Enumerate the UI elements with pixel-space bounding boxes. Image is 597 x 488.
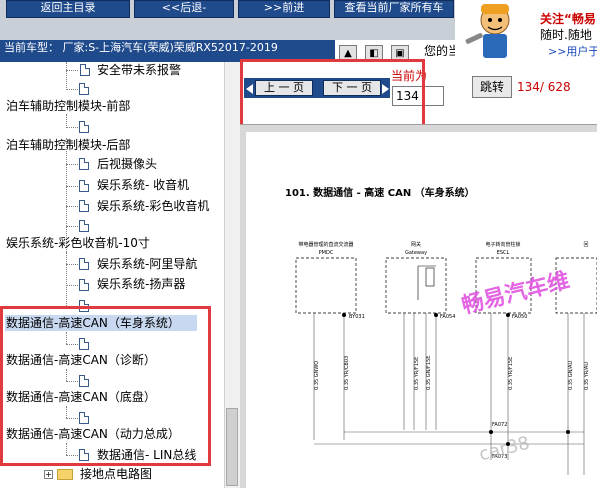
document-icon bbox=[79, 200, 89, 212]
wire-label: 0.35 YR/F15E bbox=[508, 357, 514, 390]
tree-item[interactable]: 后视摄像头 bbox=[97, 157, 157, 172]
tree-item[interactable]: 娱乐系统-彩色收音机 bbox=[97, 199, 209, 214]
wire-label: 0.35 YR/AU bbox=[584, 362, 590, 390]
document-icon bbox=[79, 258, 89, 270]
tree-highlight-box bbox=[0, 306, 211, 466]
jump-button[interactable]: 跳转 bbox=[472, 76, 512, 98]
module-name: 回 bbox=[583, 242, 588, 248]
tree-item[interactable]: 接地点电路图 bbox=[80, 467, 152, 482]
module-code: Gateway bbox=[405, 250, 427, 256]
connector-label: FA050 bbox=[512, 314, 527, 320]
tree-item[interactable]: 泊车辅助控制模块-后部 bbox=[6, 138, 130, 153]
document-icon bbox=[79, 279, 89, 291]
wire-label: 0.35 GN/AU bbox=[568, 361, 574, 390]
document-icon bbox=[79, 158, 89, 170]
wire-label: 0.35 GNWO bbox=[314, 361, 320, 390]
tree-scrollbar-thumb[interactable] bbox=[226, 408, 238, 486]
tree-item[interactable]: 娱乐系统-彩色收音机-10寸 bbox=[6, 236, 150, 251]
connector-label: BY031 bbox=[349, 314, 365, 320]
document-icon[interactable] bbox=[79, 121, 89, 133]
module-name: 网关 bbox=[411, 241, 421, 248]
module-code: PMDC bbox=[319, 250, 334, 256]
wire-label: 0.35 YR/F15E bbox=[414, 357, 420, 390]
document-icon bbox=[79, 180, 89, 192]
home-button[interactable]: 返回主目录 bbox=[6, 0, 130, 18]
back-button[interactable]: <<后退- bbox=[134, 0, 234, 18]
expand-toggle-icon[interactable]: + bbox=[44, 470, 53, 479]
wire-label: 0.35 YR/CB03 bbox=[344, 356, 350, 390]
wiring-diagram: 0.35 GNWO 0.35 YR/CB03 0.35 YR/F15E 0.35… bbox=[295, 241, 597, 475]
module-name: 电子转向管柱锁 bbox=[485, 241, 520, 248]
ad-title: 关注“畅易 bbox=[540, 12, 596, 26]
tree-item[interactable]: 娱乐系统-阿里导航 bbox=[97, 257, 197, 272]
nav-highlight-box bbox=[240, 59, 425, 127]
tree-item[interactable]: 安全带未系报警 bbox=[97, 63, 181, 78]
module-code: ESCL bbox=[497, 250, 510, 256]
document-icon bbox=[80, 64, 90, 76]
page-count: 134/ 628 bbox=[517, 80, 571, 94]
view-manufacturer-button[interactable]: 查看当前厂家所有车 bbox=[334, 0, 454, 18]
tree-item[interactable]: 娱乐系统-扬声器 bbox=[97, 277, 185, 292]
connector-label: FA072 bbox=[492, 422, 507, 428]
document-title: 101. 数据通信 - 高速 CAN （车身系统） bbox=[285, 188, 475, 199]
document-icon[interactable] bbox=[79, 220, 89, 232]
tree-item[interactable]: 娱乐系统- 收音机 bbox=[97, 178, 189, 193]
mascot-icon bbox=[465, 4, 510, 58]
folder-icon bbox=[57, 469, 73, 480]
document-icon[interactable] bbox=[79, 83, 89, 95]
tree-item[interactable]: 泊车辅助控制模块-前部 bbox=[6, 99, 130, 114]
module-name: 带电器管理的直流交流器 bbox=[298, 241, 353, 248]
forward-button[interactable]: >>前进 bbox=[238, 0, 330, 18]
ad-subtitle: 随时.随地 bbox=[540, 28, 592, 42]
connector-label: FA054 bbox=[440, 314, 455, 320]
ad-link[interactable]: >>用户于 bbox=[548, 43, 597, 59]
wire-label: 0.35 GN/F15E bbox=[426, 356, 432, 390]
